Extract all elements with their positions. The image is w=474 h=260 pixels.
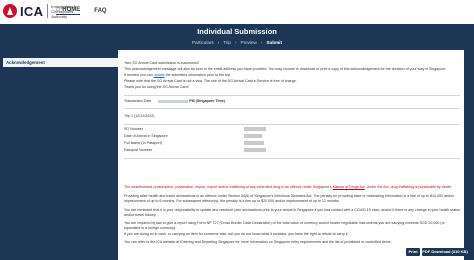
field-label: Date of Arrival in Singapore [124, 134, 168, 138]
ack-email-text: This acknowledgement message will also b… [124, 67, 447, 71]
page-title: Individual Submission [197, 27, 277, 36]
field-label: Full Name (In Passport) [124, 141, 162, 145]
info-update-reminder: You are reminded that it is your respons… [124, 208, 460, 217]
section-divider [124, 124, 460, 125]
right-gutter [464, 50, 474, 260]
drug-warning: The unauthorised consumption, possession… [124, 185, 460, 191]
info-false-declaration: Providing false health and travel declar… [124, 194, 455, 203]
breadcrumb-separator: › [260, 40, 263, 45]
info-ica-website: You can refer to the ICA website at Ente… [124, 240, 392, 244]
breadcrumb-trip: Trip [223, 40, 231, 45]
logo-divider [47, 4, 49, 18]
field-value-redacted [244, 127, 266, 131]
breadcrumb-particulars: Particulars [192, 40, 214, 45]
field-value-redacted [244, 134, 262, 138]
ack-update-pre: If needed you can [124, 73, 154, 77]
breadcrumb-separator: › [235, 40, 237, 45]
warning-post: . Under the Act, drug trafficking is pun… [364, 185, 452, 189]
transaction-date: Transaction Date PM (Singapore Time) [124, 99, 460, 104]
pdf-download-button[interactable]: PDF Download (310 KB) [422, 248, 468, 256]
transaction-value-redacted [158, 99, 189, 103]
update-link[interactable]: update [154, 73, 165, 77]
home-icon: ⌂ [56, 6, 61, 13]
ack-thanks: Thank you for using the SG Arrival Card! [124, 85, 189, 89]
breadcrumb-separator: › [217, 40, 220, 45]
info-carry-item: If you are doing so in cash, or carrying… [124, 232, 349, 236]
transaction-suffix: PM (Singapore Time) [189, 99, 225, 103]
field-value-redacted [244, 148, 266, 152]
sidebar: Acknowledgement [0, 50, 118, 260]
brand-name: ICA [20, 3, 44, 19]
field-date-of-arrival: Date of Arrival in Singapore [124, 134, 454, 139]
ack-visa-note: Please note that the SG Arrival Card is … [124, 79, 297, 83]
misuse-of-drugs-link[interactable]: Misuse of Drugs Act [333, 185, 365, 189]
field-label: Passport Number [124, 148, 152, 152]
section-divider [124, 95, 460, 96]
info-currency-report: You are required by law to give a report… [124, 221, 445, 230]
warning-pre: The unauthorised consumption, possession… [124, 185, 333, 189]
sidebar-item-acknowledgement[interactable]: Acknowledgement [3, 58, 118, 67]
nav-home[interactable]: ⌂ HOME [56, 6, 81, 15]
breadcrumb-submit: Submit [266, 40, 282, 45]
nav-faq[interactable]: FAQ [94, 6, 106, 15]
ack-update-text: If needed you can update the submitted i… [124, 73, 460, 78]
page-header: Individual Submission Particulars › Trip… [0, 24, 474, 50]
acknowledgement-panel: Your SG Arrival Card submission is succe… [120, 58, 462, 260]
nav-home-label: HOME [62, 6, 81, 13]
trip-label: Trip 1 (12/12/2022) [124, 114, 155, 118]
field-passport-number: Passport Number [124, 148, 454, 153]
ack-update-post: the submitted information prior to the t… [164, 73, 232, 77]
top-bar: ICA Immigration & Checkpoints Authority … [0, 0, 474, 22]
section-divider [124, 158, 460, 159]
print-button[interactable]: Print [406, 248, 420, 256]
section-divider [124, 108, 460, 109]
breadcrumb-preview: Preview [240, 40, 257, 45]
transaction-label: Transaction Date [124, 99, 152, 103]
field-sg-number: SG Number [124, 127, 454, 132]
ica-emblem-icon [3, 4, 17, 18]
field-full-name: Full Name (In Passport) [124, 141, 454, 146]
breadcrumb: Particulars › Trip › Preview › Submit [0, 40, 474, 45]
field-label: SG Number [124, 127, 143, 131]
field-value-redacted [244, 141, 264, 145]
top-nav: ⌂ HOME FAQ [56, 6, 121, 15]
nav-faq-label: FAQ [94, 7, 107, 14]
ack-success-text: Your SG Arrival Card submission is succe… [124, 61, 199, 65]
